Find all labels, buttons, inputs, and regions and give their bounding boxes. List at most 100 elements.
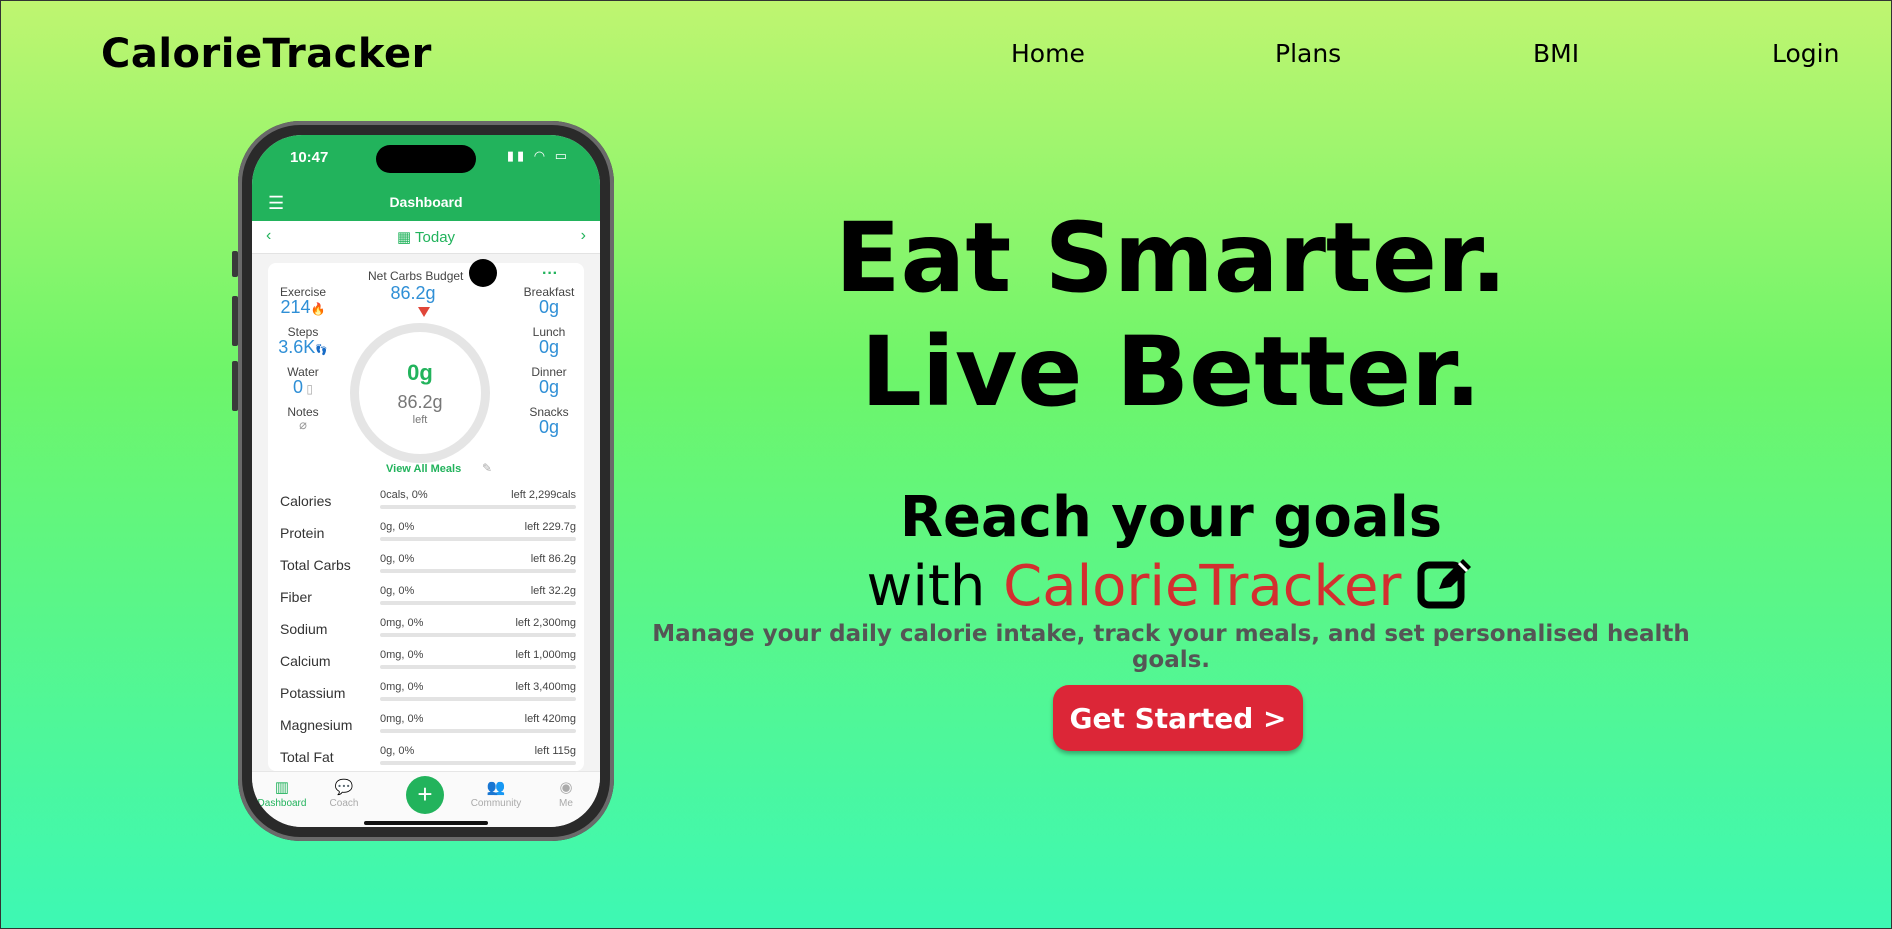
glass-icon: ▯ [303, 382, 313, 396]
home-indicator [364, 821, 488, 825]
nutrient-used: 0mg, 0% [380, 713, 424, 725]
status-time: 10:47 [290, 149, 329, 166]
nutrient-row: Calories 0cals, 0% left 2,299cals [280, 485, 576, 515]
nutrient-left: left 3,400mg [515, 681, 576, 693]
nutrient-left: left 229.7g [524, 521, 576, 533]
nutrient-name: Magnesium [280, 717, 353, 733]
paperclip-icon[interactable]: ⌀ [268, 417, 338, 433]
hero-line-2: Live Better. [860, 316, 1482, 428]
tab-coach[interactable]: 💬 Coach [314, 778, 374, 809]
tab-me[interactable]: ◉ Me [536, 778, 596, 809]
nutrient-progress-bar [380, 761, 576, 765]
phone-side-button [232, 251, 238, 277]
phone-side-button [232, 361, 238, 411]
nutrient-row: Calcium 0mg, 0% left 1,000mg [280, 645, 576, 675]
date-label[interactable]: ▦ Today [252, 228, 600, 246]
bottom-tab-bar: ▥ Dashboard 💬 Coach + 👥 Community ◉ Me [252, 771, 600, 827]
view-all-meals-link[interactable]: View All Meals [386, 463, 461, 475]
nutrient-row: Protein 0g, 0% left 229.7g [280, 517, 576, 547]
nutrient-name: Calcium [280, 653, 331, 669]
get-started-button[interactable]: Get Started > [1053, 685, 1303, 751]
hero-line-1: Eat Smarter. [834, 202, 1508, 314]
nutrient-name: Sodium [280, 621, 328, 637]
calendar-icon: ▦ [396, 229, 416, 246]
app-bar-title: Dashboard [389, 194, 463, 210]
nutrient-left: left 420mg [524, 713, 576, 725]
nutrient-left: left 2,299cals [511, 489, 576, 501]
nav-bmi[interactable]: BMI [1533, 39, 1579, 68]
ring-caption: left [412, 414, 428, 426]
nutrient-progress-bar [380, 505, 576, 509]
nutrient-progress-bar [380, 697, 576, 701]
plus-icon[interactable]: + [406, 776, 444, 814]
ring-remaining: 86.2g [397, 392, 443, 412]
steps-value[interactable]: 3.6K👣 [268, 337, 338, 358]
dinner-value[interactable]: 0g [514, 377, 584, 398]
water-value[interactable]: 0 ▯ [268, 377, 338, 398]
carbs-ring: 0g 86.2g left [350, 323, 490, 463]
people-icon: 👥 [486, 779, 506, 796]
pencil-icon[interactable]: ✎ [482, 461, 492, 475]
phone-side-button [232, 296, 238, 346]
date-text: Today [415, 229, 456, 246]
nutrient-row: Total Fat 0g, 0% left 115g [280, 741, 576, 771]
ring-consumed: 0g [407, 360, 433, 385]
nutrient-progress-bar [380, 665, 576, 669]
hero-subheading: Reach your goals [899, 485, 1443, 550]
lunch-value[interactable]: 0g [514, 337, 584, 358]
dashboard-card: Net Carbs Budget 86.2g ··· Exercise 214🔥… [268, 263, 584, 771]
nutrient-progress-bar [380, 729, 576, 733]
hero-with-text: with [866, 554, 1004, 619]
hero-brand-name: CalorieTracker [1003, 554, 1402, 619]
phone-screen: 10:47 ▮▮ ◠ ▭ ☰ Dashboard ‹ ▦ Today › Net… [252, 135, 600, 827]
nutrient-row: Potassium 0mg, 0% left 3,400mg [280, 677, 576, 707]
nutrient-left: left 1,000mg [515, 649, 576, 661]
breakfast-value[interactable]: 0g [514, 297, 584, 318]
hero-tagline: Manage your daily calorie intake, track … [652, 621, 1690, 673]
nutrient-row: Magnesium 0mg, 0% left 420mg [280, 709, 576, 739]
nutrient-left: left 86.2g [530, 553, 576, 565]
signal-wifi-battery-icon: ▮▮ ◠ ▭ [506, 148, 570, 163]
chevron-right-icon[interactable]: › [581, 227, 586, 245]
nav-login[interactable]: Login [1772, 39, 1839, 68]
tab-dashboard[interactable]: ▥ Dashboard [252, 778, 312, 809]
date-selector: ‹ ▦ Today › [252, 221, 600, 254]
nutrient-used: 0mg, 0% [380, 649, 424, 661]
brand-logo[interactable]: CalorieTracker [101, 31, 432, 77]
flame-icon: 🔥 [310, 302, 326, 316]
nutrient-left: left 2,300mg [515, 617, 576, 629]
nutrient-name: Protein [280, 525, 325, 541]
budget-label: Net Carbs Budget [368, 269, 464, 283]
nav-home[interactable]: Home [1011, 39, 1085, 68]
edit-square-icon [1415, 553, 1475, 627]
nutrient-name: Total Fat [280, 749, 334, 765]
nutrient-row: Fiber 0g, 0% left 32.2g [280, 581, 576, 611]
more-options-icon[interactable]: ··· [542, 265, 558, 283]
exercise-value[interactable]: 214🔥 [268, 297, 338, 318]
nutrient-name: Total Carbs [280, 557, 351, 573]
snacks-value[interactable]: 0g [514, 417, 584, 438]
chat-icon: 💬 [334, 779, 354, 796]
nutrient-left: left 115g [534, 745, 576, 757]
profile-icon: ◉ [559, 779, 573, 796]
nutrient-name: Fiber [280, 589, 312, 605]
nutrient-used: 0g, 0% [380, 585, 415, 597]
hero-headline: Eat Smarter. Live Better. [761, 201, 1581, 429]
budget-marker-icon [418, 307, 430, 317]
chart-icon: ▥ [274, 779, 290, 796]
nutrient-row: Total Carbs 0g, 0% left 86.2g [280, 549, 576, 579]
nutrient-left: left 32.2g [530, 585, 576, 597]
nutrient-used: 0mg, 0% [380, 681, 424, 693]
dynamic-island [376, 145, 476, 173]
nutrient-progress-bar [380, 633, 576, 637]
nutrient-row: Sodium 0mg, 0% left 2,300mg [280, 613, 576, 643]
footsteps-icon: 👣 [315, 345, 328, 356]
cursor-dot [469, 259, 497, 287]
tab-community[interactable]: 👥 Community [466, 778, 526, 809]
nutrient-used: 0g, 0% [380, 745, 415, 757]
nutrient-name: Potassium [280, 685, 346, 701]
nutrient-name: Calories [280, 493, 332, 509]
nav-plans[interactable]: Plans [1275, 39, 1341, 68]
app-bar: ☰ Dashboard [252, 185, 600, 221]
nutrient-used: 0mg, 0% [380, 617, 424, 629]
